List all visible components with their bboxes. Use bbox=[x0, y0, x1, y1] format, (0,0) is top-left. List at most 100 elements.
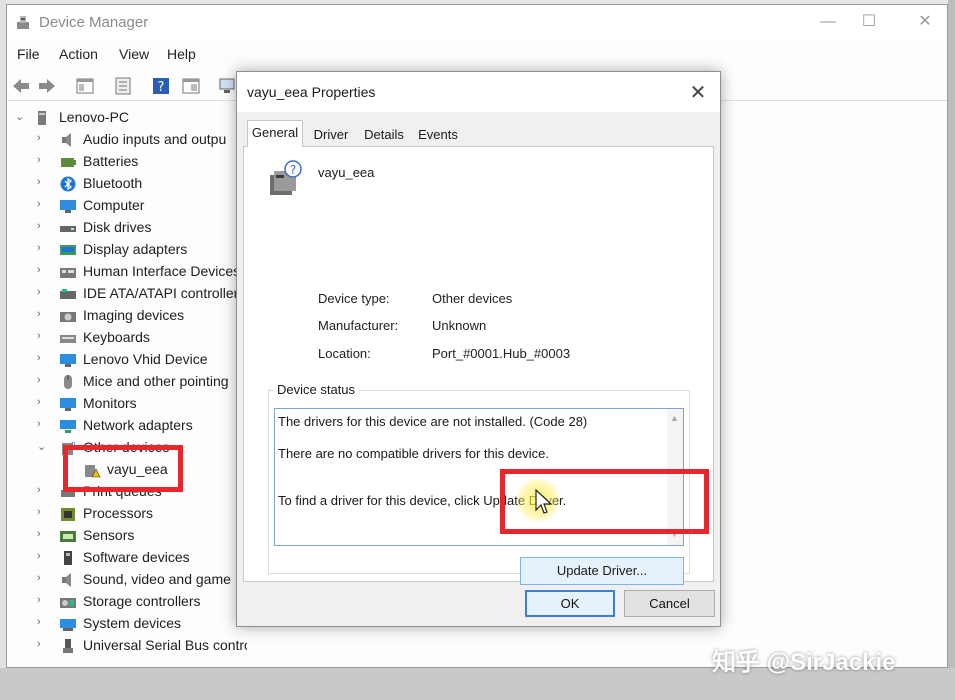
title-bar[interactable]: Device Manager — ☐ ✕ bbox=[7, 5, 947, 39]
chevron-right-icon[interactable]: › bbox=[37, 550, 49, 564]
tree-item-bluetooth[interactable]: › Bluetooth bbox=[7, 173, 247, 195]
mouse-cursor-icon bbox=[535, 489, 553, 514]
tree-item-universal-serial-bus-controllers[interactable]: › Universal Serial Bus controllers bbox=[7, 635, 247, 657]
camera-icon bbox=[60, 312, 76, 322]
chevron-right-icon[interactable]: › bbox=[37, 264, 49, 278]
chevron-right-icon[interactable]: › bbox=[37, 572, 49, 586]
update-driver-button[interactable]: Update Driver... bbox=[520, 557, 684, 585]
tab-events[interactable]: Events bbox=[413, 124, 463, 146]
cancel-button[interactable]: Cancel bbox=[624, 590, 715, 617]
software-device-icon bbox=[64, 551, 72, 565]
tree-item-mice-and-other-pointing[interactable]: › Mice and other pointing bbox=[7, 371, 247, 393]
properties-icon[interactable] bbox=[113, 77, 133, 95]
network-icon bbox=[60, 420, 76, 433]
tree-item-label: Software devices bbox=[83, 549, 190, 565]
chevron-right-icon[interactable]: › bbox=[37, 484, 49, 498]
tab-driver[interactable]: Driver bbox=[307, 124, 355, 146]
close-button[interactable]: ✕ bbox=[914, 11, 936, 33]
tree-root[interactable]: ⌄ Lenovo-PC bbox=[7, 107, 247, 129]
chevron-right-icon[interactable]: › bbox=[37, 506, 49, 520]
tree-item-label: Sound, video and game bbox=[83, 571, 231, 587]
dialog-close-icon[interactable]: ✕ bbox=[688, 80, 708, 105]
tree-item-label: Processors bbox=[83, 505, 154, 521]
dialog-tabs: General Driver Details Events bbox=[243, 120, 713, 147]
tree-item-label: Storage controllers bbox=[83, 593, 201, 609]
tree-item-keyboards[interactable]: › Keyboards bbox=[7, 327, 247, 349]
chevron-right-icon[interactable]: › bbox=[37, 396, 49, 410]
sensor-icon bbox=[60, 531, 76, 542]
tree-item-label: Audio inputs and outpu bbox=[83, 131, 227, 147]
tree-item-label: Bluetooth bbox=[83, 175, 143, 191]
tree-item-network-adapters[interactable]: › Network adapters bbox=[7, 415, 247, 437]
minimize-button[interactable]: — bbox=[817, 11, 839, 33]
chevron-right-icon[interactable]: › bbox=[37, 528, 49, 542]
chevron-right-icon[interactable]: › bbox=[37, 308, 49, 322]
chevron-right-icon[interactable]: › bbox=[37, 352, 49, 366]
maximize-button[interactable]: ☐ bbox=[858, 11, 880, 33]
chevron-right-icon[interactable]: › bbox=[37, 132, 49, 146]
forward-arrow-icon[interactable] bbox=[37, 77, 57, 95]
ok-button[interactable]: OK bbox=[525, 590, 615, 617]
status-line-code: The drivers for this device are not inst… bbox=[278, 414, 588, 429]
help-icon[interactable]: ? bbox=[151, 77, 171, 95]
tree-root-label: Lenovo-PC bbox=[59, 109, 130, 125]
tree-item-lenovo-vhid-device[interactable]: › Lenovo Vhid Device bbox=[7, 349, 247, 371]
chevron-down-icon[interactable]: ⌄ bbox=[37, 440, 49, 454]
chevron-right-icon[interactable]: › bbox=[37, 616, 49, 630]
tree-item-label: Lenovo Vhid Device bbox=[83, 351, 208, 367]
tree-item-sensors[interactable]: › Sensors bbox=[7, 525, 247, 547]
tree-item-computer[interactable]: › Computer bbox=[7, 195, 247, 217]
hid-icon bbox=[60, 268, 76, 278]
chevron-right-icon[interactable]: › bbox=[37, 418, 49, 432]
chevron-right-icon[interactable]: › bbox=[37, 286, 49, 300]
display-adapter-icon bbox=[60, 245, 76, 255]
chevron-right-icon[interactable]: › bbox=[37, 176, 49, 190]
tree-item-label: IDE ATA/ATAPI controllers bbox=[83, 285, 246, 301]
tree-item-ide-ata-atapi-controllers[interactable]: › IDE ATA/ATAPI controllers bbox=[7, 283, 247, 305]
tab-general[interactable]: General bbox=[247, 120, 303, 147]
watermark: 知乎 @SirJackie bbox=[712, 649, 896, 676]
chevron-down-icon[interactable]: ⌄ bbox=[15, 110, 27, 124]
chevron-right-icon[interactable]: › bbox=[37, 330, 49, 344]
cpu-icon bbox=[61, 508, 75, 521]
chevron-right-icon[interactable]: › bbox=[37, 198, 49, 212]
menu-help[interactable]: Help bbox=[167, 46, 196, 62]
menu-file[interactable]: File bbox=[17, 46, 40, 62]
keyboard-icon bbox=[60, 335, 76, 343]
tree-item-storage-controllers[interactable]: › Storage controllers bbox=[7, 591, 247, 613]
tree-item-imaging-devices[interactable]: › Imaging devices bbox=[7, 305, 247, 327]
tree-item-label: Network adapters bbox=[83, 417, 193, 433]
tree-item-human-interface-devices[interactable]: › Human Interface Devices bbox=[7, 261, 247, 283]
back-arrow-icon[interactable] bbox=[11, 77, 31, 95]
tree-item-label: Batteries bbox=[83, 153, 139, 169]
tree-item-label: Keyboards bbox=[83, 329, 150, 345]
tree-item-sound-video-and-game[interactable]: › Sound, video and game bbox=[7, 569, 247, 591]
view-icon[interactable] bbox=[181, 77, 201, 95]
tree-item-display-adapters[interactable]: › Display adapters bbox=[7, 239, 247, 261]
scroll-up-icon[interactable]: ▲ bbox=[670, 413, 679, 423]
menu-view[interactable]: View bbox=[119, 46, 149, 62]
tree-item-monitors[interactable]: › Monitors bbox=[7, 393, 247, 415]
chevron-right-icon[interactable]: › bbox=[37, 638, 49, 652]
console-tree-icon[interactable] bbox=[75, 77, 95, 95]
chevron-right-icon[interactable]: › bbox=[37, 594, 49, 608]
tab-details[interactable]: Details bbox=[359, 124, 409, 146]
monitor-icon bbox=[60, 398, 76, 411]
menu-action[interactable]: Action bbox=[59, 46, 98, 62]
disk-icon bbox=[60, 226, 76, 232]
chevron-right-icon[interactable]: › bbox=[37, 220, 49, 234]
tree-item-system-devices[interactable]: › System devices bbox=[7, 613, 247, 635]
tree-item-disk-drives[interactable]: › Disk drives bbox=[7, 217, 247, 239]
dialog-title-bar[interactable]: vayu_eea Properties ✕ bbox=[237, 72, 720, 112]
tree-item-label: Imaging devices bbox=[83, 307, 185, 323]
chevron-right-icon[interactable]: › bbox=[37, 154, 49, 168]
battery-icon bbox=[61, 158, 76, 167]
tree-item-software-devices[interactable]: › Software devices bbox=[7, 547, 247, 569]
chevron-right-icon[interactable]: › bbox=[37, 374, 49, 388]
tree-item-audio-inputs-and-outpu[interactable]: › Audio inputs and outpu bbox=[7, 129, 247, 151]
tree-item-label: Computer bbox=[83, 197, 145, 213]
tree-item-batteries[interactable]: › Batteries bbox=[7, 151, 247, 173]
tree-item-processors[interactable]: › Processors bbox=[7, 503, 247, 525]
chevron-right-icon[interactable]: › bbox=[37, 242, 49, 256]
tree-item-label: Sensors bbox=[83, 527, 135, 543]
